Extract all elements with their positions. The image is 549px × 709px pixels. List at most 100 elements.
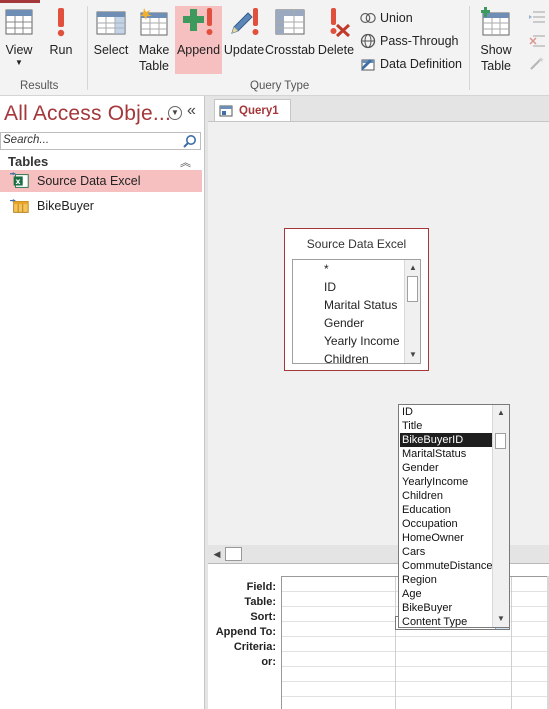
view-button[interactable]: View ▼ <box>2 6 36 74</box>
query-icon <box>219 104 233 118</box>
nav-item-bikebuyer[interactable]: BikeBuyer <box>0 195 202 217</box>
field-list-title[interactable]: Source Data Excel <box>285 237 428 251</box>
union-icon <box>360 10 376 26</box>
scroll-down-icon[interactable]: ▼ <box>494 612 508 626</box>
nav-item-label: Source Data Excel <box>37 174 141 188</box>
access-window: View ▼ Run Results Select Make Table App… <box>0 0 549 709</box>
dropdown-option[interactable]: Education <box>400 503 494 517</box>
dropdown-scrollbar[interactable]: ▲ ▼ <box>492 405 509 627</box>
row-label-field: Field: <box>246 581 276 593</box>
scroll-up-icon[interactable]: ▲ <box>406 261 420 275</box>
update-label: Update <box>223 43 265 57</box>
run-label: Run <box>49 43 73 57</box>
show-table-icon <box>480 6 512 38</box>
chevron-down-icon[interactable]: ▼ <box>168 106 182 120</box>
chevron-up-icon[interactable]: ︽ <box>180 154 191 170</box>
show-table-button[interactable]: Show Table <box>476 6 516 74</box>
grid-line <box>282 636 549 637</box>
append-button[interactable]: Append <box>175 6 222 74</box>
dropdown-option-highlighted[interactable]: BikeBuyerID <box>400 433 494 447</box>
field-item[interactable]: Yearly Income <box>324 334 400 348</box>
tab-label: Query1 <box>239 104 279 117</box>
crosstab-query-icon <box>274 6 306 38</box>
append-to-dropdown-list[interactable]: ID Title BikeBuyerID MaritalStatus Gende… <box>398 404 510 628</box>
append-query-icon <box>182 6 215 38</box>
scroll-up-icon[interactable]: ▲ <box>494 406 508 420</box>
union-button[interactable]: Union <box>360 8 413 28</box>
dropdown-option[interactable]: BikeBuyer <box>400 601 494 615</box>
dropdown-option[interactable]: Cars <box>400 545 494 559</box>
table-icon <box>10 197 30 215</box>
datasheet-view-icon <box>3 6 35 38</box>
scroll-thumb[interactable] <box>225 547 242 561</box>
append-label: Append <box>176 43 221 57</box>
row-label-sort: Sort: <box>250 611 276 623</box>
scroll-thumb[interactable] <box>407 276 418 302</box>
svg-text:x: x <box>15 177 20 186</box>
delete-rows-icon[interactable] <box>529 34 545 48</box>
row-label-or: or: <box>261 656 276 668</box>
tables-section-header[interactable]: Tables <box>8 154 48 169</box>
grid-line <box>282 696 549 697</box>
field-list-source-data-excel[interactable]: Source Data Excel * ID Marital Status Ge… <box>284 228 429 371</box>
nav-item-source-data-excel[interactable]: x Source Data Excel <box>0 170 202 192</box>
dropdown-option[interactable]: Occupation <box>400 517 494 531</box>
data-definition-icon <box>360 56 376 72</box>
dropdown-option[interactable]: HomeOwner <box>400 531 494 545</box>
results-group-label: Results <box>20 80 59 92</box>
field-item[interactable]: ID <box>324 280 336 294</box>
field-list[interactable]: * ID Marital Status Gender Yearly Income… <box>292 259 421 364</box>
scroll-thumb[interactable] <box>495 433 506 449</box>
query-type-group-label: Query Type <box>250 80 310 92</box>
field-item[interactable]: Gender <box>324 316 364 330</box>
dropdown-option[interactable]: Gender <box>400 461 494 475</box>
dropdown-option[interactable]: YearlyIncome <box>400 475 494 489</box>
delete-label: Delete <box>317 43 355 57</box>
row-label-criteria: Criteria: <box>233 641 276 653</box>
search-box[interactable]: Search... <box>0 132 201 150</box>
active-tab-indicator <box>0 0 40 3</box>
dropdown-option[interactable]: MaritalStatus <box>400 447 494 461</box>
data-definition-button[interactable]: Data Definition <box>360 54 462 74</box>
dropdown-option[interactable]: Age <box>400 587 494 601</box>
field-item[interactable]: Marital Status <box>324 298 397 312</box>
scroll-down-icon[interactable]: ▼ <box>406 348 420 362</box>
row-label-table: Table: <box>244 596 276 608</box>
pass-through-label: Pass-Through <box>380 34 459 48</box>
dropdown-option[interactable]: Title <box>400 419 494 433</box>
delete-button[interactable]: Delete <box>317 6 355 74</box>
builder-icon[interactable] <box>529 56 545 70</box>
insert-rows-icon[interactable] <box>529 10 545 24</box>
dropdown-option[interactable]: ID <box>400 405 494 419</box>
pass-through-button[interactable]: Pass-Through <box>360 31 459 51</box>
dropdown-option[interactable]: CommuteDistance <box>400 559 494 573</box>
field-list-scrollbar[interactable]: ▲ ▼ <box>404 260 420 363</box>
select-query-icon <box>95 6 127 38</box>
grid-line <box>282 666 549 667</box>
search-icon[interactable] <box>183 134 197 151</box>
tab-query1[interactable]: Query1 <box>214 99 291 121</box>
nav-pane-title[interactable]: All Access Obje... <box>4 102 171 126</box>
update-query-icon <box>228 6 260 38</box>
update-button[interactable]: Update <box>224 6 264 74</box>
dropdown-option[interactable]: Region <box>400 573 494 587</box>
run-button[interactable]: Run <box>45 6 77 74</box>
run-exclamation-icon <box>45 6 77 38</box>
collapse-pane-icon[interactable]: « <box>187 102 196 120</box>
nav-item-label: BikeBuyer <box>37 199 94 213</box>
make-table-button[interactable]: Make Table <box>135 6 173 74</box>
field-item[interactable]: * <box>324 262 329 276</box>
scroll-left-icon[interactable]: ◀ <box>210 547 224 561</box>
crosstab-label: Crosstab <box>264 43 316 57</box>
view-label: View <box>5 43 33 57</box>
search-placeholder: Search... <box>3 134 50 146</box>
crosstab-button[interactable]: Crosstab <box>264 6 316 74</box>
dropdown-option[interactable]: Children <box>400 489 494 503</box>
field-item[interactable]: Children <box>324 352 369 363</box>
make-table-label: Make Table <box>138 43 170 73</box>
select-button[interactable]: Select <box>92 6 130 74</box>
delete-query-icon <box>320 6 352 38</box>
ribbon: View ▼ Run Results Select Make Table App… <box>0 0 549 96</box>
dropdown-option[interactable]: Content Type <box>400 615 494 627</box>
grid-column-divider <box>395 577 396 709</box>
